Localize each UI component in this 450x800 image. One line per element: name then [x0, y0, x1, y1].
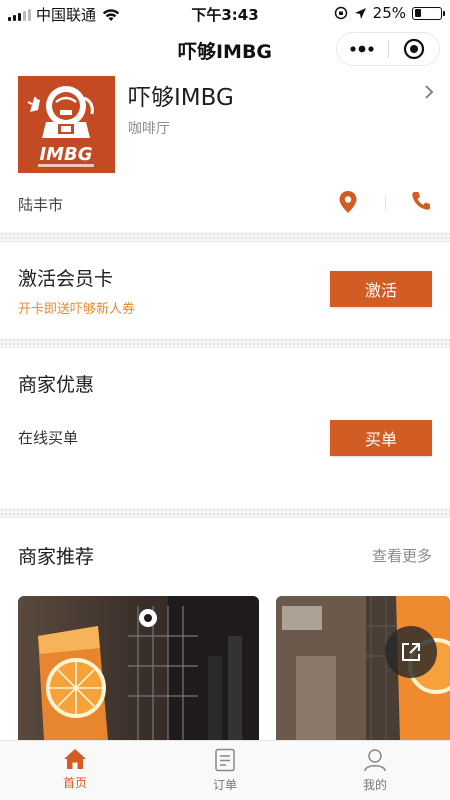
store-info-card: IMBG 吓够IMBG 咖啡厅 陆丰市: [0, 72, 450, 232]
section-divider: [0, 508, 450, 518]
merchant-deals-title: 商家优惠: [18, 374, 95, 396]
tab-orders[interactable]: 订单: [150, 741, 300, 800]
store-category: 咖啡厅: [128, 121, 170, 137]
location-arrow-icon: [354, 7, 366, 19]
section-divider: [0, 338, 450, 348]
section-divider: [0, 232, 450, 242]
order-list-icon: [215, 748, 235, 772]
store-city: 陆丰市: [18, 196, 64, 214]
member-card-title: 激活会员卡: [18, 268, 114, 290]
member-card-subtitle: 开卡即送吓够新人券: [18, 302, 136, 317]
tab-home-label: 首页: [62, 776, 87, 790]
ellipsis-icon: [350, 45, 374, 53]
member-card-section: 激活会员卡 开卡即送吓够新人券 激活: [0, 242, 450, 338]
target-circle-icon: [403, 38, 424, 60]
user-icon: [364, 749, 386, 772]
tab-profile[interactable]: 我的: [300, 741, 450, 800]
view-more-link[interactable]: 查看更多: [372, 545, 432, 566]
tab-orders-label: 订单: [212, 778, 237, 792]
close-button[interactable]: [388, 33, 439, 65]
battery-icon: [412, 6, 445, 20]
recommend-card-1[interactable]: [18, 596, 259, 740]
map-pin-icon[interactable]: [338, 190, 358, 214]
navigation-bar: 吓够IMBG: [0, 26, 450, 72]
activate-button[interactable]: 激活: [330, 271, 432, 307]
tab-profile-label: 我的: [362, 778, 387, 792]
battery-percent: 25%: [372, 4, 406, 22]
drink-photo-1: [18, 596, 259, 740]
status-bar: 中国联通 下午3:43 25%: [0, 0, 450, 26]
orientation-lock-icon: [334, 6, 347, 20]
online-pay-label: 在线买单: [18, 429, 79, 447]
astronaut-logo-graphic: IMBG: [18, 76, 115, 173]
mini-program-capsule: [336, 32, 440, 66]
merchant-deals-section: 商家优惠 在线买单 买单: [0, 348, 450, 508]
status-right: 25%: [334, 4, 445, 22]
share-external-icon: [402, 643, 420, 661]
pay-button[interactable]: 买单: [330, 420, 432, 456]
home-icon: [64, 749, 86, 769]
store-name[interactable]: 吓够IMBG: [128, 78, 234, 112]
chevron-right-icon[interactable]: [424, 84, 434, 100]
tab-home[interactable]: 首页: [0, 741, 150, 800]
bottom-tab-bar: 首页 订单 我的: [0, 740, 450, 800]
icon-divider: [385, 196, 386, 210]
logo-text: IMBG: [39, 144, 92, 165]
share-button[interactable]: [385, 626, 437, 678]
more-button[interactable]: [337, 33, 388, 65]
recommend-title: 商家推荐: [18, 546, 95, 568]
phone-icon[interactable]: [410, 190, 432, 212]
battery-level: [414, 9, 421, 17]
store-logo[interactable]: IMBG: [18, 76, 115, 173]
